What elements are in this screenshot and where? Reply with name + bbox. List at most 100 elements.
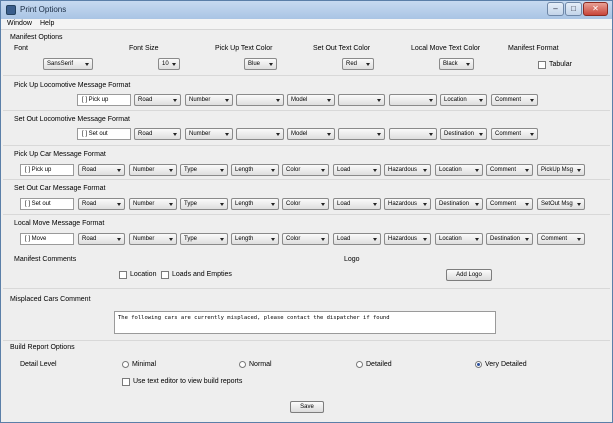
- format-field-select[interactable]: Number: [185, 128, 233, 140]
- format-field-select[interactable]: Comment: [486, 164, 533, 176]
- format-field-select[interactable]: [338, 94, 385, 106]
- misplaced-comment-textarea[interactable]: The following cars are currently misplac…: [114, 311, 496, 334]
- format-field-select[interactable]: Number: [129, 233, 177, 245]
- format-field-select[interactable]: Comment: [491, 94, 538, 106]
- format-field-select[interactable]: Location: [435, 164, 483, 176]
- chevron-down-icon: [429, 99, 433, 102]
- setout-color-label: Set Out Text Color: [313, 45, 371, 52]
- format-field-select[interactable]: Destination: [440, 128, 487, 140]
- radio-very-detailed[interactable]: [475, 361, 482, 368]
- format-field-select[interactable]: Comment: [537, 233, 585, 245]
- format-field-select[interactable]: Destination: [486, 233, 533, 245]
- format-field-select[interactable]: Number: [129, 198, 177, 210]
- add-logo-button[interactable]: Add Logo: [446, 269, 492, 281]
- close-button[interactable]: ✕: [583, 2, 608, 16]
- loads-empties-checkbox[interactable]: [161, 271, 169, 279]
- pickup-color-label: Pick Up Text Color: [215, 45, 273, 52]
- radio-normal[interactable]: [239, 361, 246, 368]
- chevron-down-icon: [173, 133, 177, 136]
- format-field-select[interactable]: [389, 128, 437, 140]
- chevron-down-icon: [117, 169, 121, 172]
- font-select[interactable]: SansSerif: [43, 58, 93, 70]
- menu-window[interactable]: Window: [7, 20, 32, 27]
- radio-detailed[interactable]: [356, 361, 363, 368]
- format-field-select[interactable]: Type: [180, 164, 228, 176]
- format-field-select[interactable]: Number: [129, 164, 177, 176]
- format-field-select[interactable]: Load: [333, 198, 381, 210]
- format-field-select[interactable]: Hazardous: [384, 164, 431, 176]
- location-checkbox[interactable]: [119, 271, 127, 279]
- menu-help[interactable]: Help: [40, 20, 54, 27]
- format-field-value: Model: [291, 131, 308, 137]
- format-field-value: Hazardous: [388, 167, 418, 173]
- format-field-select[interactable]: Destination: [435, 198, 483, 210]
- format-field-select[interactable]: Color: [282, 233, 329, 245]
- format-field-select[interactable]: Model: [287, 94, 335, 106]
- format-field-select[interactable]: Road: [78, 198, 125, 210]
- chevron-down-icon: [475, 238, 479, 241]
- chevron-down-icon: [271, 169, 275, 172]
- format-field-select[interactable]: Road: [78, 164, 125, 176]
- format-field-select[interactable]: Color: [282, 164, 329, 176]
- chevron-down-icon: [366, 63, 370, 66]
- format-field-select[interactable]: Comment: [491, 128, 538, 140]
- maximize-button[interactable]: □: [565, 2, 582, 16]
- format-field-select[interactable]: Location: [435, 233, 483, 245]
- format-field-value: Hazardous: [388, 201, 418, 207]
- pickup-color-select[interactable]: Blue: [244, 58, 277, 70]
- chevron-down-icon: [525, 169, 529, 172]
- format-field-select[interactable]: PickUp Msg: [537, 164, 585, 176]
- format-field-select[interactable]: Number: [185, 94, 233, 106]
- format-field-value: Comment: [495, 131, 522, 137]
- format-field-select[interactable]: Type: [180, 198, 228, 210]
- format-field-select[interactable]: SetOut Msg: [537, 198, 585, 210]
- format-field-select[interactable]: Length: [231, 198, 279, 210]
- format-field-select[interactable]: [389, 94, 437, 106]
- text-editor-checkbox[interactable]: [122, 378, 130, 386]
- format-field-select[interactable]: Road: [78, 233, 125, 245]
- setout-color-select[interactable]: Red: [342, 58, 374, 70]
- chevron-down-icon: [169, 203, 173, 206]
- format-field-select[interactable]: Color: [282, 198, 329, 210]
- tabular-checkbox[interactable]: [538, 61, 546, 69]
- format-field-value: Destination: [444, 131, 475, 137]
- setout-loco-heading: Set Out Locomotive Message Format: [14, 116, 130, 123]
- format-field-value: Number: [189, 131, 211, 137]
- chevron-down-icon: [85, 63, 89, 66]
- format-field-select[interactable]: Location: [440, 94, 487, 106]
- format-field-select[interactable]: Model: [287, 128, 335, 140]
- format-field-select[interactable]: Hazardous: [384, 198, 431, 210]
- radio-minimal[interactable]: [122, 361, 129, 368]
- format-prefix-label: [ ] Pick up: [77, 94, 131, 106]
- format-field-select[interactable]: Road: [134, 128, 181, 140]
- format-field-value: Road: [138, 131, 153, 137]
- format-field-value: Length: [235, 167, 254, 173]
- format-field-value: Comment: [490, 167, 517, 173]
- radio-minimal-label: Minimal: [132, 361, 157, 368]
- format-field-select[interactable]: Length: [231, 164, 279, 176]
- format-field-value: Comment: [495, 97, 522, 103]
- format-field-select[interactable]: Load: [333, 164, 381, 176]
- pickup-car-heading: Pick Up Car Message Format: [14, 151, 106, 158]
- chevron-down-icon: [271, 203, 275, 206]
- format-field-select[interactable]: Comment: [486, 198, 533, 210]
- detail-level-label: Detail Level: [20, 361, 57, 368]
- format-field-select[interactable]: Road: [134, 94, 181, 106]
- chevron-down-icon: [225, 133, 229, 136]
- format-field-select[interactable]: Load: [333, 233, 381, 245]
- format-field-select[interactable]: Length: [231, 233, 279, 245]
- chevron-down-icon: [173, 99, 177, 102]
- save-button[interactable]: Save: [290, 401, 324, 413]
- format-field-select[interactable]: Hazardous: [384, 233, 431, 245]
- format-field-select[interactable]: [338, 128, 385, 140]
- format-field-value: Number: [133, 201, 155, 207]
- minimize-button[interactable]: –: [547, 2, 564, 16]
- format-field-select[interactable]: [236, 128, 284, 140]
- format-field-select[interactable]: Type: [180, 233, 228, 245]
- font-size-select[interactable]: 10: [158, 58, 180, 70]
- chevron-down-icon: [377, 133, 381, 136]
- manifest-format-label: Manifest Format: [508, 45, 559, 52]
- format-field-select[interactable]: [236, 94, 284, 106]
- separator: [3, 214, 610, 215]
- local-color-select[interactable]: Black: [439, 58, 474, 70]
